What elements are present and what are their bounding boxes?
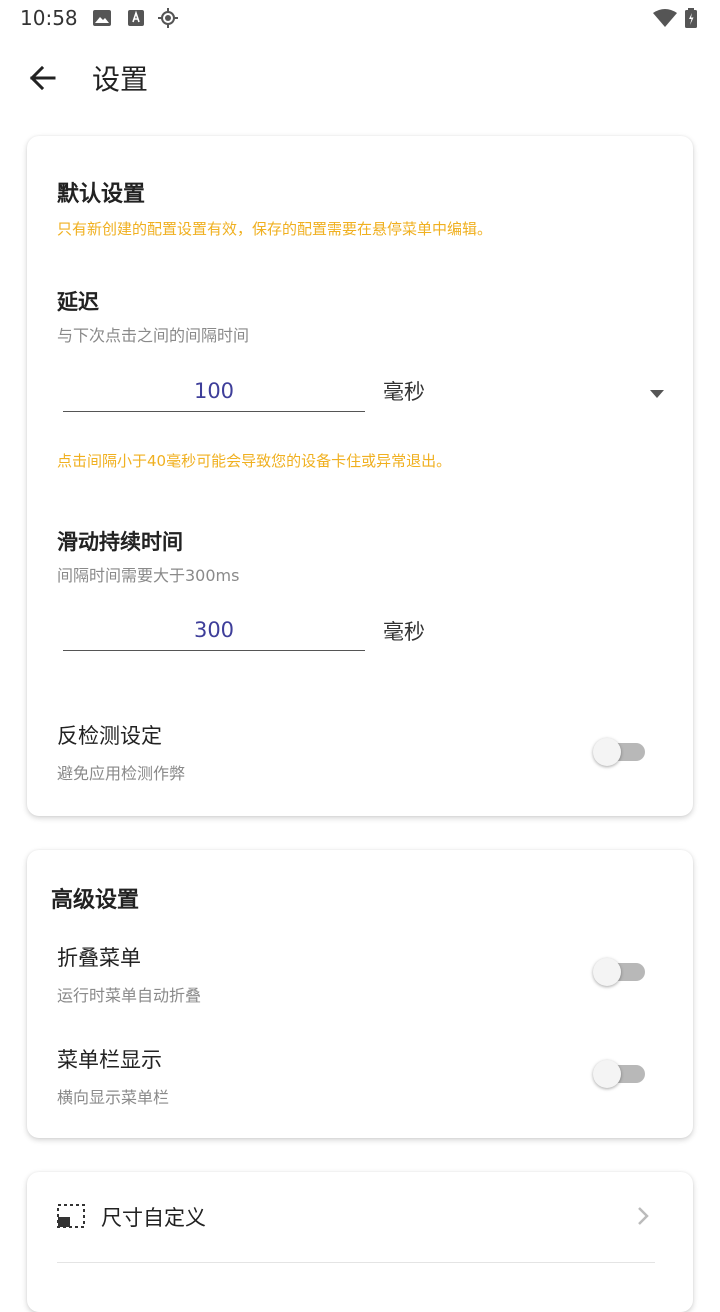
anti-detect-title: 反检测设定 [57,724,162,748]
fold-menu-subtitle: 运行时菜单自动折叠 [57,986,202,1005]
swipe-duration-subtitle: 间隔时间需要大于300ms [57,566,240,585]
crosshair-icon [158,8,178,28]
app-bar: 设置 [0,40,720,120]
anti-detect-toggle[interactable] [593,734,649,770]
image-icon [92,8,112,28]
delay-warning: 点击间隔小于40毫秒可能会导致您的设备卡住或异常退出。 [57,452,452,470]
divider [57,1262,655,1263]
arrow-left-icon [28,64,56,96]
resize-icon [57,1204,85,1232]
dropdown-arrow-icon [649,384,665,403]
back-button[interactable] [22,60,62,100]
toggle-thumb [593,1060,621,1088]
fold-menu-title: 折叠菜单 [57,946,141,970]
delay-title: 延迟 [57,290,99,314]
battery-icon [684,8,698,28]
default-settings-card: 默认设置 只有新创建的配置设置有效，保存的配置需要在悬停菜单中编辑。 延迟 与下… [27,136,693,816]
anti-detect-subtitle: 避免应用检测作弊 [57,764,186,783]
fold-menu-toggle[interactable] [593,954,649,990]
swipe-duration-unit: 毫秒 [383,620,425,644]
text-box-icon [126,8,146,28]
toggle-thumb [593,958,621,986]
page-title: 设置 [92,63,149,96]
default-settings-note: 只有新创建的配置设置有效，保存的配置需要在悬停菜单中编辑。 [57,220,493,238]
default-settings-title: 默认设置 [57,182,146,207]
toggle-thumb [593,738,621,766]
size-custom-card: 尺寸自定义 [27,1172,693,1312]
menu-bar-subtitle: 横向显示菜单栏 [57,1088,170,1107]
swipe-duration-input[interactable] [63,610,365,651]
delay-subtitle: 与下次点击之间的间隔时间 [57,326,250,345]
wifi-icon [652,8,678,28]
menu-bar-toggle[interactable] [593,1056,649,1092]
swipe-duration-title: 滑动持续时间 [57,530,183,554]
size-custom-row[interactable]: 尺寸自定义 [27,1172,693,1262]
status-bar: 10:58 [0,0,720,36]
advanced-settings-card: 高级设置 折叠菜单 运行时菜单自动折叠 菜单栏显示 横向显示菜单栏 [27,850,693,1138]
advanced-settings-title: 高级设置 [51,888,140,913]
delay-unit-label: 毫秒 [383,380,425,404]
delay-unit-dropdown[interactable]: 毫秒 [383,362,667,418]
status-time: 10:58 [20,6,78,30]
delay-input[interactable] [63,371,365,412]
chevron-right-icon [637,1206,649,1230]
menu-bar-title: 菜单栏显示 [57,1048,162,1072]
size-custom-label: 尺寸自定义 [101,1206,206,1230]
